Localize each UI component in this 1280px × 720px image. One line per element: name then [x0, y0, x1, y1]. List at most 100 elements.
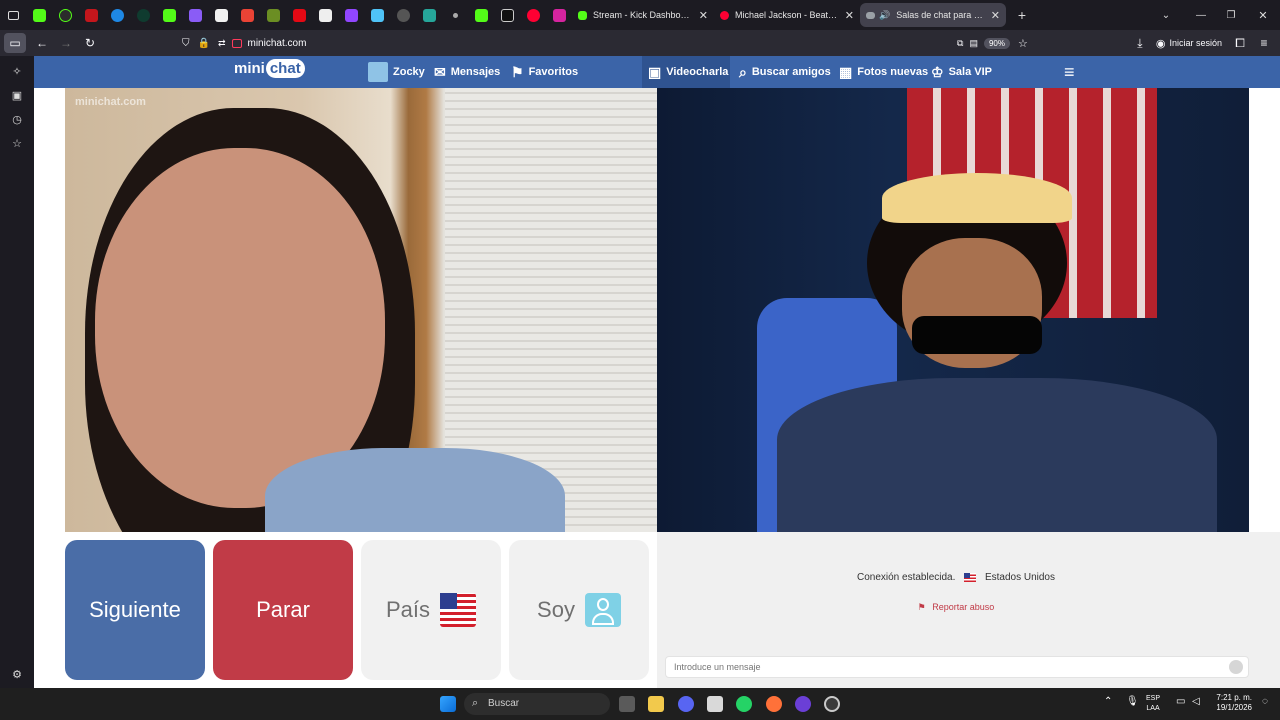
hamburger-menu-icon[interactable]: ≡	[1058, 56, 1081, 88]
app-icon[interactable]	[824, 696, 840, 712]
reload-button[interactable]: ↻	[78, 31, 102, 55]
history-icon[interactable]: ◷	[0, 107, 34, 131]
tray-chevron-icon[interactable]: ⌃	[1104, 696, 1112, 707]
pinned-tab[interactable]	[208, 0, 234, 30]
pinned-tab[interactable]	[104, 0, 130, 30]
minimize-button[interactable]: —	[1186, 10, 1216, 21]
back-button[interactable]: ←	[30, 31, 54, 55]
site-nav: mini chat Zocky ✉ Mensajes ⚑ Favoritos ▣ …	[34, 56, 1280, 88]
tab-overview-icon[interactable]	[0, 0, 26, 30]
whatsapp-icon[interactable]	[736, 696, 752, 712]
network-icon[interactable]: ▭	[1176, 696, 1185, 707]
pinned-tab[interactable]	[416, 0, 442, 30]
extensions-icon[interactable]: ⧠	[1228, 31, 1252, 55]
app-icon[interactable]	[795, 696, 811, 712]
kick-icon	[578, 10, 587, 20]
tab-title: Michael Jackson - Beat It (Offici	[735, 10, 839, 20]
logo-chat: chat	[265, 59, 305, 78]
camera-permission-icon[interactable]	[231, 38, 242, 48]
pinned-tab[interactable]	[494, 0, 520, 30]
tab-minichat[interactable]: 🔊 Salas de chat para videochat ✕	[860, 3, 1006, 27]
emoji-icon[interactable]	[1229, 660, 1243, 674]
gender-button[interactable]: Soy	[509, 540, 649, 680]
pinned-tab[interactable]	[468, 0, 494, 30]
zoom-level[interactable]: 90%	[983, 37, 1010, 49]
nav-user[interactable]: Zocky	[362, 56, 431, 88]
pinned-tab[interactable]	[156, 0, 182, 30]
pinned-tab[interactable]	[338, 0, 364, 30]
pinned-tab[interactable]	[52, 0, 78, 30]
country-button[interactable]: País	[361, 540, 501, 680]
window-close-button[interactable]: ✕	[1246, 9, 1280, 22]
pinned-tab[interactable]	[260, 0, 286, 30]
menu-icon[interactable]: ≡	[1252, 31, 1276, 55]
nav-find-friends[interactable]: ⌕ Buscar amigos	[733, 56, 837, 88]
taskbar-clock[interactable]: 7:21 p. m. 19/1/2026	[1210, 693, 1252, 713]
report-abuse-link[interactable]: ⚑ Reportar abuso	[657, 602, 1255, 613]
synced-tabs-icon[interactable]: ▣	[0, 83, 34, 107]
pinned-tab[interactable]	[390, 0, 416, 30]
pinned-tab[interactable]	[234, 0, 260, 30]
pinned-tab[interactable]	[520, 0, 546, 30]
pinned-tab[interactable]	[130, 0, 156, 30]
pinned-tab[interactable]	[364, 0, 390, 30]
sidebar-toggle-icon[interactable]: ▭	[4, 33, 26, 53]
lock-icon[interactable]: 🔒	[198, 38, 210, 49]
tab-youtube[interactable]: Michael Jackson - Beat It (Offici ✕	[714, 3, 860, 27]
taskbar: ⌕ Buscar ⌃ 🎙 ESP LAA ▭ ◁ 7:21 p. m. 19/1…	[0, 688, 1280, 720]
stop-button[interactable]: Parar	[213, 540, 353, 680]
new-tab-button[interactable]: +	[1012, 7, 1032, 23]
start-windows-icon[interactable]	[440, 696, 456, 712]
pinned-tab[interactable]	[78, 0, 104, 30]
pinned-tab[interactable]	[546, 0, 572, 30]
sign-in-button[interactable]: ◉ Iniciar sesión	[1156, 37, 1222, 50]
pinned-tab[interactable]	[182, 0, 208, 30]
office-icon[interactable]	[707, 696, 723, 712]
notifications-icon[interactable]: ◌	[1262, 696, 1268, 707]
pinned-tab[interactable]	[312, 0, 338, 30]
ai-chatbot-icon[interactable]: ✧	[0, 59, 34, 83]
taskbar-search[interactable]: ⌕ Buscar	[464, 693, 610, 715]
lang-bottom: LAA	[1146, 705, 1160, 712]
forward-button[interactable]: →	[54, 31, 78, 55]
nav-new-photos[interactable]: ▦ Fotos nuevas	[833, 56, 934, 88]
discord-icon[interactable]	[678, 696, 694, 712]
next-button[interactable]: Siguiente	[65, 540, 205, 680]
sign-in-label: Iniciar sesión	[1169, 38, 1222, 48]
volume-icon[interactable]: ◁	[1192, 696, 1200, 707]
file-explorer-icon[interactable]	[648, 696, 664, 712]
local-video: minichat.com	[65, 88, 657, 532]
permissions-icon[interactable]: ⇄	[218, 38, 226, 49]
shield-icon[interactable]: ⛉	[182, 38, 190, 49]
tab-bar: Stream - Kick Dashboard ✕ Michael Jackso…	[0, 0, 1280, 30]
bookmarks-icon[interactable]: ☆	[0, 131, 34, 155]
restore-button[interactable]: ❐	[1216, 10, 1246, 21]
nav-vip[interactable]: ♔ Sala VIP	[925, 56, 998, 88]
nav-favorites[interactable]: ⚑ Favoritos	[505, 56, 584, 88]
crown-icon: ♔	[931, 63, 944, 80]
nav-videochat[interactable]: ▣ Videocharla	[642, 56, 730, 88]
close-icon[interactable]: ✕	[699, 9, 708, 22]
picture-in-picture-icon[interactable]: ⧉	[957, 38, 963, 49]
sidebar-settings-icon[interactable]: ⚙	[0, 662, 34, 686]
microphone-icon[interactable]: 🎙	[1126, 696, 1139, 707]
nav-messages[interactable]: ✉ Mensajes	[428, 56, 506, 88]
close-icon[interactable]: ✕	[845, 9, 854, 22]
firefox-icon[interactable]	[766, 696, 782, 712]
address-bar[interactable]: ⛉ 🔒 ⇄ minichat.com ⧉ ▤ 90% ☆	[102, 32, 1038, 54]
speaker-icon[interactable]: 🔊	[879, 10, 890, 21]
tab-kick-dashboard[interactable]: Stream - Kick Dashboard ✕	[572, 3, 714, 27]
close-icon[interactable]: ✕	[991, 9, 1000, 22]
pinned-tab[interactable]	[442, 0, 468, 30]
tab-list-chevron-icon[interactable]: ⌄	[1146, 10, 1186, 21]
message-input[interactable]	[665, 656, 1249, 678]
pinned-tab[interactable]	[286, 0, 312, 30]
downloads-icon[interactable]: ⤓	[1128, 31, 1152, 55]
site-logo[interactable]: mini chat	[234, 59, 305, 78]
bookmark-star-icon[interactable]: ☆	[1018, 37, 1028, 50]
task-view-icon[interactable]	[619, 696, 635, 712]
language-indicator[interactable]: ESP LAA	[1146, 694, 1160, 714]
pinned-tab[interactable]	[26, 0, 52, 30]
logo-main: mini	[234, 60, 265, 77]
reader-view-icon[interactable]: ▤	[969, 38, 978, 49]
